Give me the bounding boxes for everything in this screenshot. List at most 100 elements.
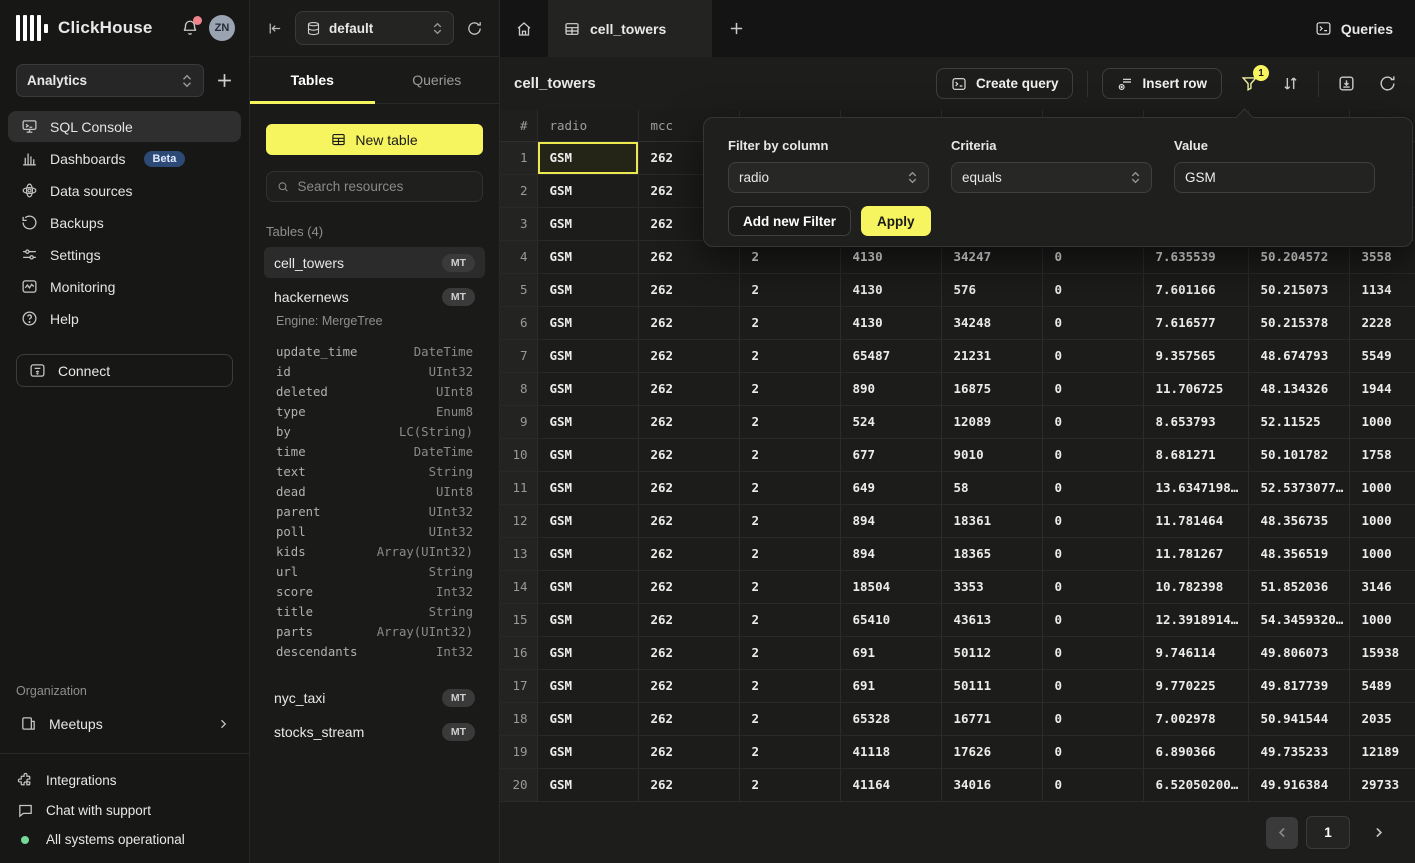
table-cell[interactable]: 262 — [638, 306, 739, 339]
table-cell[interactable]: GSM — [537, 504, 638, 537]
tab-tables[interactable]: Tables — [250, 57, 375, 103]
table-cell[interactable]: GSM — [537, 141, 638, 174]
database-select[interactable]: default — [295, 11, 454, 45]
tab-cell-towers[interactable]: cell_towers — [548, 0, 712, 57]
refresh-button[interactable] — [1374, 70, 1401, 97]
table-item-hackernews[interactable]: hackernews MT — [264, 281, 485, 312]
table-cell[interactable]: 2 — [739, 702, 840, 735]
table-cell[interactable]: 890 — [840, 372, 941, 405]
table-cell[interactable]: 262 — [638, 603, 739, 636]
table-cell[interactable]: 1000 — [1349, 537, 1415, 570]
table-cell[interactable]: 1000 — [1349, 405, 1415, 438]
table-cell[interactable]: 2 — [739, 273, 840, 306]
remove-filter-button[interactable] — [1411, 168, 1415, 193]
table-cell[interactable]: 49.817739 — [1248, 669, 1349, 702]
table-cell[interactable]: 52.11525 — [1248, 405, 1349, 438]
table-cell[interactable]: 2 — [739, 339, 840, 372]
table-cell[interactable]: 0 — [1042, 636, 1143, 669]
table-cell[interactable]: 43613 — [941, 603, 1042, 636]
column-header[interactable]: radio — [537, 110, 638, 141]
table-cell[interactable]: 34016 — [941, 768, 1042, 801]
table-cell[interactable]: GSM — [537, 669, 638, 702]
home-tab[interactable] — [500, 0, 548, 57]
table-cell[interactable]: GSM — [537, 702, 638, 735]
table-cell[interactable]: 4130 — [840, 306, 941, 339]
prev-page-button[interactable] — [1266, 817, 1298, 849]
table-cell[interactable]: 9010 — [941, 438, 1042, 471]
table-cell[interactable]: 2 — [739, 570, 840, 603]
table-cell[interactable]: 0 — [1042, 735, 1143, 768]
table-cell[interactable]: 48.134326 — [1248, 372, 1349, 405]
table-cell[interactable]: 262 — [638, 669, 739, 702]
table-cell[interactable]: 7.616577 — [1143, 306, 1248, 339]
table-cell[interactable]: 11.781464 — [1143, 504, 1248, 537]
filter-column-select[interactable]: radio — [728, 162, 929, 193]
table-cell[interactable]: GSM — [537, 174, 638, 207]
add-workspace-button[interactable] — [216, 72, 233, 89]
table-cell[interactable]: 12.3918914… — [1143, 603, 1248, 636]
table-cell[interactable]: 29733 — [1349, 768, 1415, 801]
search-resources[interactable] — [266, 171, 483, 202]
table-cell[interactable]: 21231 — [941, 339, 1042, 372]
table-cell[interactable]: 677 — [840, 438, 941, 471]
table-cell[interactable]: 3353 — [941, 570, 1042, 603]
table-cell[interactable]: 262 — [638, 471, 739, 504]
table-cell[interactable]: 34248 — [941, 306, 1042, 339]
table-cell[interactable]: 48.356735 — [1248, 504, 1349, 537]
table-cell[interactable]: 9.357565 — [1143, 339, 1248, 372]
table-cell[interactable]: 262 — [638, 438, 739, 471]
table-cell[interactable]: 8.653793 — [1143, 405, 1248, 438]
table-cell[interactable]: 11.706725 — [1143, 372, 1248, 405]
table-cell[interactable]: 15938 — [1349, 636, 1415, 669]
table-cell[interactable]: GSM — [537, 603, 638, 636]
table-cell[interactable]: 18361 — [941, 504, 1042, 537]
table-cell[interactable]: 0 — [1042, 438, 1143, 471]
sidebar-item-help[interactable]: Help — [8, 303, 241, 334]
table-cell[interactable]: 262 — [638, 273, 739, 306]
table-cell[interactable]: 17626 — [941, 735, 1042, 768]
table-cell[interactable]: GSM — [537, 273, 638, 306]
table-cell[interactable]: 2 — [739, 471, 840, 504]
table-cell[interactable]: 3146 — [1349, 570, 1415, 603]
sidebar-item-sql-console[interactable]: SQL Console — [8, 111, 241, 142]
add-new-filter-button[interactable]: Add new Filter — [728, 206, 851, 236]
table-cell[interactable]: 0 — [1042, 306, 1143, 339]
table-cell[interactable]: 18365 — [941, 537, 1042, 570]
table-cell[interactable]: GSM — [537, 768, 638, 801]
table-cell[interactable]: 50.101782 — [1248, 438, 1349, 471]
table-cell[interactable]: 894 — [840, 537, 941, 570]
table-cell[interactable]: GSM — [537, 438, 638, 471]
table-cell[interactable]: GSM — [537, 471, 638, 504]
create-query-button[interactable]: Create query — [936, 68, 1074, 99]
collapse-panel-button[interactable] — [266, 20, 283, 37]
table-cell[interactable]: 1944 — [1349, 372, 1415, 405]
table-cell[interactable]: 7.002978 — [1143, 702, 1248, 735]
refresh-tables-button[interactable] — [466, 20, 483, 37]
table-cell[interactable]: 1000 — [1349, 603, 1415, 636]
table-cell[interactable]: 7.601166 — [1143, 273, 1248, 306]
table-cell[interactable]: GSM — [537, 339, 638, 372]
table-cell[interactable]: 49.806073 — [1248, 636, 1349, 669]
table-cell[interactable]: 2 — [739, 405, 840, 438]
sidebar-item-backups[interactable]: Backups — [8, 207, 241, 238]
table-cell[interactable]: GSM — [537, 405, 638, 438]
table-cell[interactable]: 65487 — [840, 339, 941, 372]
new-table-button[interactable]: New table — [266, 124, 483, 155]
tab-queries[interactable]: Queries — [375, 57, 500, 103]
table-cell[interactable]: 2 — [739, 603, 840, 636]
table-cell[interactable]: 524 — [840, 405, 941, 438]
table-cell[interactable]: 1134 — [1349, 273, 1415, 306]
table-cell[interactable]: 0 — [1042, 537, 1143, 570]
table-cell[interactable]: 2228 — [1349, 306, 1415, 339]
table-cell[interactable]: 262 — [638, 537, 739, 570]
table-cell[interactable]: 4130 — [840, 273, 941, 306]
apply-filter-button[interactable]: Apply — [861, 206, 931, 236]
system-status[interactable]: All systems operational — [16, 832, 233, 847]
table-cell[interactable]: 50111 — [941, 669, 1042, 702]
table-item-stocks-stream[interactable]: stocks_stream MT — [264, 716, 485, 747]
table-cell[interactable]: 10.782398 — [1143, 570, 1248, 603]
table-cell[interactable]: 58 — [941, 471, 1042, 504]
table-cell[interactable]: 9.770225 — [1143, 669, 1248, 702]
table-cell[interactable]: GSM — [537, 207, 638, 240]
table-cell[interactable]: 2 — [739, 504, 840, 537]
